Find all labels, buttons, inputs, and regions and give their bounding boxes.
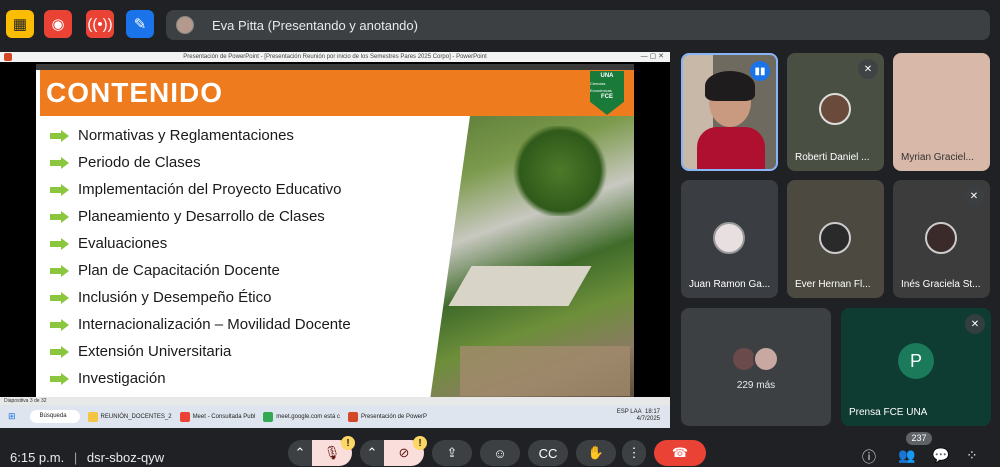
arrow-right-icon — [50, 345, 70, 358]
participant-name: Ever Hernan Fl... — [795, 279, 871, 290]
participant-tile-eva[interactable]: ▮▮ — [681, 53, 778, 171]
participant-name: Myrian Graciel... — [901, 152, 974, 163]
presenter-banner: Eva Pitta (Presentando y anotando) — [166, 10, 990, 40]
top-bar: ▦ ◉ ((•)) ✎ Eva Pitta (Presentando y ano… — [0, 0, 1000, 48]
taskbar-app[interactable]: Presentación de PowerP — [347, 409, 427, 424]
taskbar-app[interactable]: REUNIÓN_DOCENTES_2 — [87, 409, 172, 424]
slide-counter: Diapositiva 3 de 32 — [4, 398, 47, 404]
chat-icon[interactable]: 💬 — [932, 447, 949, 464]
emoji-reaction-button[interactable]: ☺ — [480, 440, 520, 466]
captions-button[interactable]: CC — [528, 440, 568, 466]
list-item: Plan de Capacitación Docente — [50, 257, 351, 284]
arrow-right-icon — [50, 237, 70, 250]
arrow-right-icon — [50, 183, 70, 196]
more-count: 229 más — [736, 380, 776, 391]
campus-photo — [430, 116, 634, 400]
windows-start-icon[interactable]: ⊞ — [8, 411, 16, 422]
mic-off-icon: ✕ — [858, 59, 878, 79]
taskbar-app[interactable]: meet.google.com está c — [263, 409, 340, 424]
activities-icon[interactable]: ▦ — [6, 10, 34, 38]
folder-icon — [87, 411, 98, 422]
raise-hand-button[interactable]: ✋ — [576, 440, 616, 466]
audio-options-button[interactable]: ⌃ — [288, 440, 312, 466]
powerpoint-logo-icon — [4, 53, 12, 61]
participant-tile[interactable]: ✕ Inés Graciela St... — [893, 180, 990, 298]
more-participants-tile[interactable]: 229 más — [681, 308, 831, 426]
list-item: Implementación del Proyecto Educativo — [50, 176, 351, 203]
clock-time: 6:15 p.m. — [10, 450, 65, 465]
participant-tile-prensa[interactable]: P ✕ Prensa FCE UNA — [841, 308, 991, 426]
record-icon[interactable]: ◉ — [44, 10, 72, 38]
arrow-right-icon — [50, 210, 70, 223]
arrow-right-icon — [50, 129, 70, 142]
meeting-info: 6:15 p.m. | dsr-sboz-qyw — [10, 450, 165, 465]
list-item: Inclusión y Desempeño Ético — [50, 284, 351, 311]
windows-taskbar: ⊞ Búsqueda REUNIÓN_DOCENTES_2 Meet - Con… — [0, 405, 670, 428]
system-tray: ESP LAA 18:17 4/7/2025 — [616, 409, 660, 422]
video-options-button[interactable]: ⌃ — [360, 440, 384, 466]
mic-warning-icon: ! — [341, 436, 355, 450]
meeting-code[interactable]: dsr-sboz-qyw — [87, 450, 164, 465]
list-item: Investigación — [50, 365, 351, 392]
activities-menu-icon[interactable]: ⁘ — [966, 447, 978, 464]
mic-off-icon: ✕ — [965, 314, 985, 334]
info-icon[interactable]: ⓘ — [862, 447, 876, 467]
powerpoint-icon — [347, 411, 358, 422]
taskbar-search[interactable]: Búsqueda — [29, 410, 80, 423]
participant-name: Roberti Daniel ... — [795, 152, 870, 163]
participant-avatar: P — [898, 343, 934, 379]
list-item: Planeamiento y Desarrollo de Clases — [50, 203, 351, 230]
slide-title: CONTENIDO — [46, 77, 223, 108]
leave-call-button[interactable]: ☎ — [654, 440, 706, 466]
chrome-icon — [263, 411, 274, 422]
chrome-icon — [179, 411, 190, 422]
arrow-right-icon — [50, 264, 70, 277]
participant-count-badge: 237 — [906, 432, 932, 445]
powerpoint-titlebar: Presentación de PowerPoint - [Presentaci… — [0, 52, 670, 62]
powerpoint-window-title: Presentación de PowerPoint - [Presentaci… — [183, 54, 487, 60]
ppt-status-bar: Diapositiva 3 de 32 — [0, 397, 670, 405]
arrow-right-icon — [50, 156, 70, 169]
una-logo: UNA Ciencias Económicas FCE — [590, 71, 624, 115]
participant-name: Juan Ramon Ga... — [689, 279, 771, 290]
notes-icon[interactable]: ✎ — [126, 10, 154, 38]
present-screen-button[interactable]: ⇪ — [432, 440, 472, 466]
mic-off-icon: ✕ — [964, 186, 984, 206]
list-item: Evaluaciones — [50, 230, 351, 257]
window-controls-icon: — ▢ ✕ — [640, 53, 664, 60]
participant-tile[interactable]: ✕ Roberti Daniel ... — [787, 53, 884, 171]
participant-tile[interactable]: Myrian Graciel... — [893, 53, 990, 171]
arrow-right-icon — [50, 318, 70, 331]
arrow-right-icon — [50, 372, 70, 385]
list-item: Normativas y Reglamentaciones — [50, 122, 351, 149]
presenter-avatar — [176, 16, 194, 34]
presenter-text: Eva Pitta (Presentando y anotando) — [212, 17, 418, 33]
camera-warning-icon: ! — [413, 436, 427, 450]
participant-tile[interactable]: Juan Ramon Ga... — [681, 180, 778, 298]
taskbar-app[interactable]: Meet - Consultada Publ — [179, 409, 255, 424]
arrow-right-icon — [50, 291, 70, 304]
people-icon[interactable]: 👥 — [898, 447, 915, 464]
slide: CONTENIDO UNA Ciencias Económicas FCE No… — [36, 64, 634, 400]
participant-name: Prensa FCE UNA — [849, 407, 928, 418]
participant-name: Inés Graciela St... — [901, 279, 981, 290]
speaking-indicator-icon: ▮▮ — [750, 61, 770, 81]
slide-header: CONTENIDO UNA Ciencias Económicas FCE — [40, 70, 634, 116]
live-stream-icon[interactable]: ((•)) — [86, 10, 114, 38]
list-item: Extensión Universitaria — [50, 338, 351, 365]
list-item: Internacionalización – Movilidad Docente — [50, 311, 351, 338]
content-list: Normativas y Reglamentaciones Periodo de… — [50, 122, 351, 392]
participant-tile[interactable]: Ever Hernan Fl... — [787, 180, 884, 298]
presentation-stage: Presentación de PowerPoint - [Presentaci… — [0, 52, 670, 428]
list-item: Periodo de Clases — [50, 149, 351, 176]
more-options-button[interactable]: ⋮ — [622, 440, 646, 466]
